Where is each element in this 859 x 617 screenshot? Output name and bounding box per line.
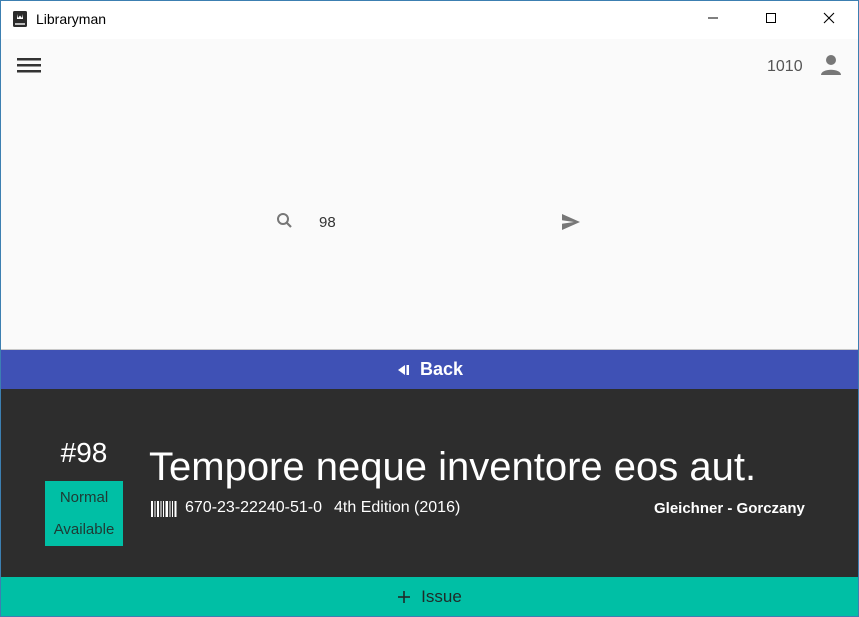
plus-icon bbox=[397, 590, 411, 604]
send-button[interactable] bbox=[560, 211, 582, 233]
menu-button[interactable] bbox=[15, 53, 43, 81]
account-button[interactable] bbox=[817, 53, 845, 81]
publisher: Gleichner - Gorczany bbox=[654, 500, 805, 517]
search-icon bbox=[275, 211, 295, 231]
edition: 4th Edition (2016) bbox=[334, 499, 461, 516]
search-bar bbox=[271, 205, 591, 239]
back-icon bbox=[396, 364, 410, 376]
book-type: Normal bbox=[59, 489, 109, 506]
availability-status: Available bbox=[53, 521, 115, 538]
user-id: 1010 bbox=[767, 58, 803, 75]
app-bar: 1010 bbox=[1, 39, 858, 95]
status-badge: Normal Available bbox=[45, 481, 123, 546]
back-button[interactable]: Back bbox=[1, 349, 858, 389]
book-number: #98 bbox=[60, 437, 108, 468]
window-title: Libraryman bbox=[36, 11, 107, 27]
maximize-button[interactable] bbox=[742, 1, 800, 39]
book-title: Tempore neque inventore eos aut. bbox=[149, 445, 757, 489]
minimize-icon bbox=[707, 11, 719, 29]
close-icon bbox=[823, 11, 835, 29]
search-input[interactable] bbox=[319, 209, 539, 235]
book-details-panel: #98 Normal Available Tempore neque inven… bbox=[1, 389, 858, 577]
hamburger-menu-icon bbox=[17, 55, 41, 80]
maximize-icon bbox=[765, 11, 777, 29]
book-icon bbox=[13, 11, 27, 27]
minimize-button[interactable] bbox=[684, 1, 742, 39]
issue-button[interactable]: Issue bbox=[1, 577, 858, 616]
issue-label: Issue bbox=[421, 587, 462, 606]
back-label: Back bbox=[419, 359, 464, 379]
title-bar: Libraryman bbox=[1, 1, 858, 39]
account-icon bbox=[819, 53, 843, 82]
barcode-icon bbox=[151, 501, 177, 517]
close-button[interactable] bbox=[800, 1, 858, 39]
app-window: Libraryman 1010 98 Back #98 Normal Avail… bbox=[0, 0, 859, 617]
isbn: 670-23-22240-51-0 bbox=[185, 499, 322, 516]
send-icon bbox=[560, 214, 582, 237]
